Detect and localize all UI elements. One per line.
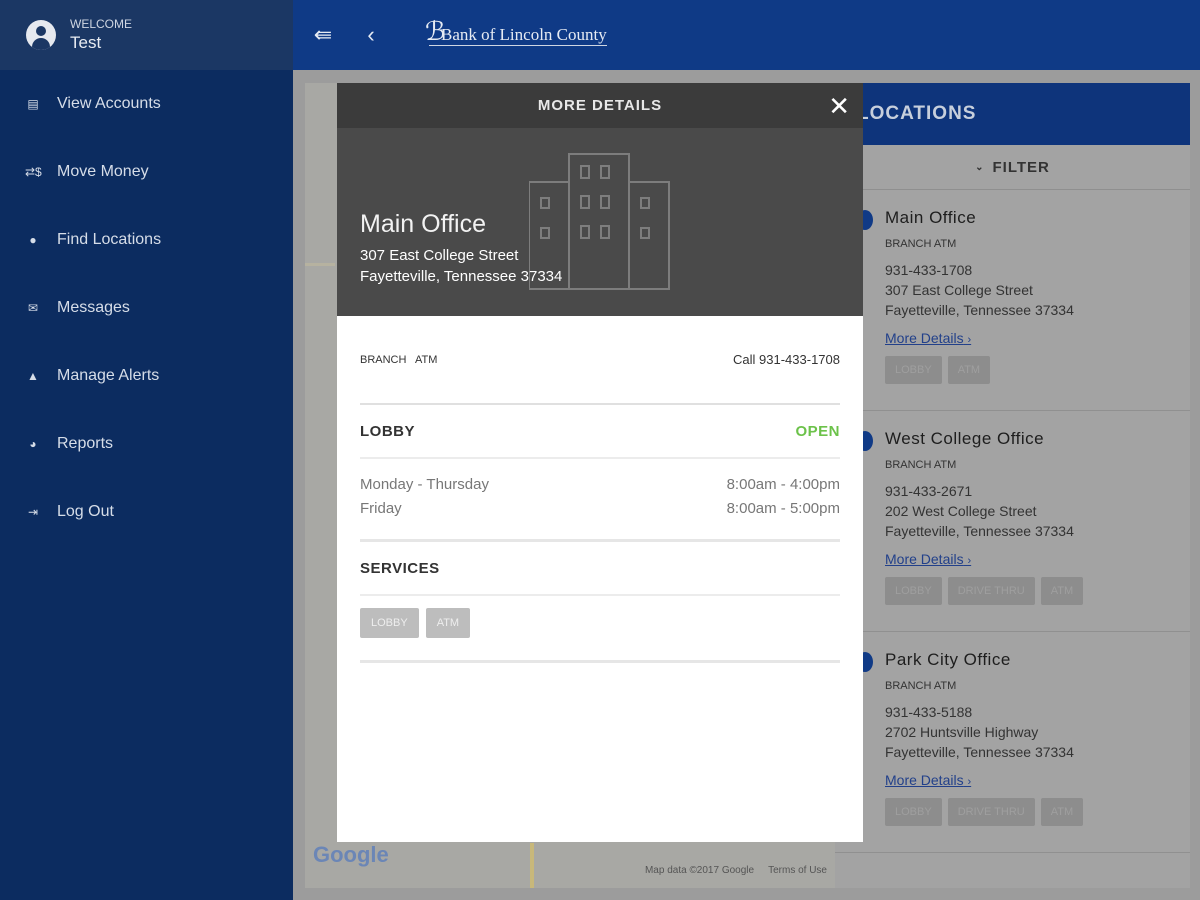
chevron-right-icon: › xyxy=(967,334,972,346)
phone-number: 931-433-1708 xyxy=(759,352,840,367)
logout-icon: ⇥ xyxy=(27,505,39,519)
call-label: Call xyxy=(733,352,756,367)
service-tag: DRIVE THRU xyxy=(947,577,1035,605)
sidebar: WELCOME Test ▤ View Accounts ⇄$ Move Money ● F… xyxy=(0,0,293,900)
location-street: 2702 Huntsville Highway xyxy=(885,724,1039,740)
top-bar: ⇚ ‹ ℬ Bank of Lincoln County xyxy=(293,0,1200,70)
sidebar-item-label: Messages xyxy=(57,299,130,316)
more-details-modal: MORE DETAILS ✕ Main Office 307 East Colle… xyxy=(337,83,863,842)
location-card[interactable]: West College Office BRANCH ATM 931-433-2… xyxy=(835,411,1190,632)
logo-text: Bank of Lincoln County xyxy=(441,24,607,44)
open-status-badge: OPEN xyxy=(795,422,840,440)
accounts-icon: ▤ xyxy=(27,97,39,111)
lobby-heading: LOBBY xyxy=(360,422,415,440)
sidebar-item-label: Reports xyxy=(57,435,114,452)
modal-title: MORE DETAILS xyxy=(537,97,663,114)
service-tag: ATM xyxy=(1040,577,1084,605)
google-logo: Google xyxy=(313,842,389,867)
sidebar-item-log-out[interactable]: ⇥ Log Out xyxy=(0,478,293,546)
sidebar-item-view-accounts[interactable]: ▤ View Accounts xyxy=(0,70,293,138)
sidebar-item-move-money[interactable]: ⇄$ Move Money xyxy=(0,138,293,206)
services-tags: LOBBY ATM xyxy=(360,596,840,663)
sidebar-item-label: Find Locations xyxy=(57,231,162,248)
more-details-label: More Details xyxy=(885,772,964,788)
chevron-down-icon: ⌄ xyxy=(975,161,985,173)
transfer-icon: ⇄$ xyxy=(25,165,42,179)
service-tag: ATM xyxy=(947,356,991,384)
locations-panel: LOCATIONS ⌄ FILTER Main Office BRANCH ATM… xyxy=(835,83,1190,888)
envelope-icon: ✉ xyxy=(27,301,39,315)
filter-button[interactable]: ⌄ FILTER xyxy=(835,145,1190,190)
sidebar-item-reports[interactable]: ◕ Reports xyxy=(0,410,293,478)
service-tag: DRIVE THRU xyxy=(947,798,1035,826)
sidebar-item-messages[interactable]: ✉ Messages xyxy=(0,274,293,342)
location-phone: 931-433-5188 xyxy=(885,704,973,720)
more-details-link[interactable]: More Details › xyxy=(885,330,1190,346)
hours-days: Monday - Thursday xyxy=(360,476,489,493)
pie-chart-icon: ◕ xyxy=(29,437,37,451)
sidebar-item-label: Log Out xyxy=(57,503,114,520)
location-card[interactable]: Main Office BRANCH ATM 931-433-1708 307 … xyxy=(835,190,1190,411)
location-city: Fayetteville, Tennessee 37334 xyxy=(885,744,1074,760)
sidebar-item-label: Move Money xyxy=(57,163,149,180)
location-card[interactable]: Park City Office BRANCH ATM 931-433-5188… xyxy=(835,632,1190,853)
welcome-header: WELCOME Test xyxy=(0,0,293,70)
hours-row: Friday 8:00am - 5:00pm xyxy=(360,497,840,521)
service-tag: LOBBY xyxy=(885,356,942,384)
location-street: 202 West College Street xyxy=(885,503,1037,519)
location-types: BRANCH ATM xyxy=(360,353,438,366)
map-attribution: Map data ©2017 Google Terms of Use xyxy=(631,865,827,876)
more-details-link[interactable]: More Details › xyxy=(885,551,1190,567)
menu-collapse-button[interactable]: ⇚ xyxy=(305,22,341,48)
welcome-label: WELCOME xyxy=(70,17,133,31)
hours-time: 8:00am - 4:00pm xyxy=(726,476,840,493)
more-details-label: More Details xyxy=(885,330,964,346)
bank-logo: ℬ Bank of Lincoln County xyxy=(425,16,607,46)
more-details-label: More Details xyxy=(885,551,964,567)
location-pin-icon: ● xyxy=(29,233,37,247)
call-link[interactable]: Call 931-433-1708 xyxy=(733,352,840,367)
location-name: West College Office xyxy=(885,429,1045,448)
building-icon xyxy=(529,153,670,290)
modal-hero: Main Office 307 East College Street Fayet… xyxy=(337,128,863,316)
close-icon[interactable]: ✕ xyxy=(828,91,851,122)
more-details-link[interactable]: More Details › xyxy=(885,772,1190,788)
chevron-right-icon: › xyxy=(967,776,972,788)
location-types: BRANCH ATM xyxy=(885,459,957,471)
service-tag: LOBBY xyxy=(360,608,419,638)
location-street: 307 East College Street xyxy=(885,282,1033,298)
hours-time: 8:00am - 5:00pm xyxy=(726,500,840,517)
sidebar-item-find-locations[interactable]: ● Find Locations xyxy=(0,206,293,274)
hours-days: Friday xyxy=(360,500,402,517)
sidebar-item-manage-alerts[interactable]: ▲ Manage Alerts xyxy=(0,342,293,410)
location-phone: 931-433-2671 xyxy=(885,483,973,499)
location-types: BRANCH ATM xyxy=(885,238,957,250)
location-name: Park City Office xyxy=(885,650,1011,669)
hours-row: Monday - Thursday 8:00am - 4:00pm xyxy=(360,473,840,497)
map-data-text: Map data ©2017 Google xyxy=(644,865,755,876)
filter-label: FILTER xyxy=(992,158,1050,176)
sidebar-nav: ▤ View Accounts ⇄$ Move Money ● Find Location… xyxy=(0,70,293,546)
sidebar-item-label: Manage Alerts xyxy=(57,367,160,384)
location-city: Fayetteville, Tennessee 37334 xyxy=(885,302,1074,318)
chevron-right-icon: › xyxy=(967,555,972,567)
back-button[interactable]: ‹ xyxy=(353,22,389,48)
terms-link[interactable]: Terms of Use xyxy=(768,865,827,876)
user-avatar-icon xyxy=(26,20,56,50)
sidebar-item-label: View Accounts xyxy=(57,95,161,112)
locations-title: LOCATIONS xyxy=(835,83,1190,145)
bell-icon: ▲ xyxy=(27,369,39,383)
user-name: Test xyxy=(70,33,102,52)
service-tag: ATM xyxy=(425,608,471,638)
location-types: BRANCH ATM xyxy=(885,680,957,692)
service-tag: LOBBY xyxy=(885,577,942,605)
location-name: Main Office xyxy=(885,208,977,227)
service-tag: LOBBY xyxy=(885,798,942,826)
lobby-hours: Monday - Thursday 8:00am - 4:00pm Friday 8:… xyxy=(360,459,840,542)
location-city: Fayetteville, Tennessee 37334 xyxy=(885,523,1074,539)
services-heading: SERVICES xyxy=(360,559,440,577)
location-phone: 931-433-1708 xyxy=(885,262,973,278)
service-tag: ATM xyxy=(1040,798,1084,826)
